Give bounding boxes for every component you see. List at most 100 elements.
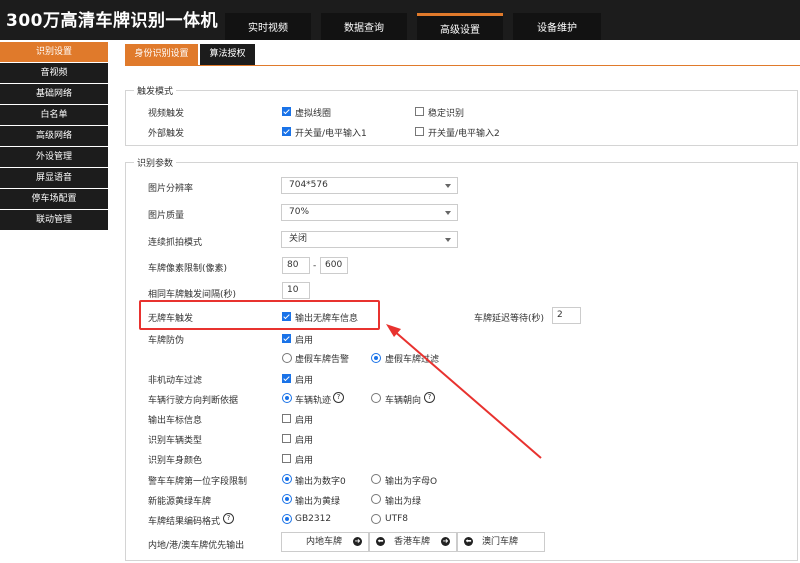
pixel-range-separator: -: [313, 261, 317, 271]
anti-fake-checkbox[interactable]: [282, 334, 291, 343]
output-logo-label: 输出车标信息: [148, 416, 203, 426]
non-motor-filter-label: 非机动车过滤: [148, 376, 203, 386]
resolution-select[interactable]: 704*576: [281, 177, 458, 194]
direction-track-label: 车辆轨迹: [295, 396, 332, 406]
anti-fake-enable-label: 启用: [295, 336, 314, 346]
encoding-gb2312-radio[interactable]: [282, 514, 292, 524]
switch-input-1-checkbox[interactable]: [282, 127, 291, 136]
encoding-format-label: 车牌结果编码格式: [148, 517, 221, 527]
recognize-color-enable-label: 启用: [295, 456, 314, 466]
sidebar-item-screen-voice[interactable]: 屏显语音: [0, 168, 108, 188]
switch-input-2-checkbox[interactable]: [415, 127, 424, 136]
anti-fake-label: 车牌防伪: [148, 336, 185, 346]
nav-device-maintenance[interactable]: 设备维护: [513, 13, 601, 40]
priority-mainland-label: 内地车牌: [306, 537, 343, 547]
direction-heading-radio[interactable]: [371, 393, 381, 403]
tab-algorithm-license[interactable]: 算法授权: [200, 44, 255, 65]
plate-delay-input[interactable]: 2: [552, 307, 581, 324]
sidebar-item-whitelist[interactable]: 白名单: [0, 105, 108, 125]
priority-output-label: 内地/港/澳车牌优先输出: [148, 541, 245, 551]
sidebar-item-recognition[interactable]: 识别设置: [0, 42, 108, 62]
switch-input-2-label: 开关量/电平输入2: [428, 129, 500, 139]
quality-select[interactable]: 70%: [281, 204, 458, 221]
external-trigger-label: 外部触发: [148, 129, 185, 139]
output-letter-label: 输出为字母O: [385, 477, 438, 487]
pixel-limit-label: 车牌像素限制(像素): [148, 264, 228, 274]
fake-alarm-radio[interactable]: [282, 353, 292, 363]
top-bar: 300万高清车牌识别一体机 实时视频 数据查询 高级设置 设备维护: [0, 0, 800, 40]
priority-macau-button[interactable]: ⬅ 澳门车牌: [457, 532, 545, 552]
output-green-radio[interactable]: [371, 494, 381, 504]
encoding-gb2312-label: GB2312: [295, 514, 332, 524]
arrow-right-icon: ➜: [441, 537, 450, 546]
burst-mode-value: 关闭: [289, 234, 308, 244]
help-circle-icon[interactable]: ?: [424, 392, 435, 403]
direction-basis-label: 车辆行驶方向判断依据: [148, 396, 239, 406]
pixel-max-input[interactable]: 600: [320, 257, 348, 274]
output-digit-radio[interactable]: [282, 474, 292, 484]
caret-down-icon: [445, 211, 451, 215]
nav-advanced-settings[interactable]: 高级设置: [417, 13, 503, 40]
quality-value: 70%: [289, 207, 310, 217]
pixel-min-input[interactable]: 80: [282, 257, 310, 274]
nav-live-video[interactable]: 实时视频: [225, 13, 311, 40]
output-green-label: 输出为绿: [385, 497, 422, 507]
sidebar: 识别设置 音视频 基础网络 白名单 高级网络 外设管理 屏显语音 停车场配置 联…: [0, 42, 108, 231]
fake-filter-radio[interactable]: [371, 353, 381, 363]
sidebar-item-peripherals[interactable]: 外设管理: [0, 147, 108, 167]
priority-hk-label: 香港车牌: [394, 537, 431, 547]
recognize-color-label: 识别车身颜色: [148, 456, 203, 466]
same-plate-interval-input[interactable]: 10: [282, 282, 310, 299]
highlight-box: [139, 300, 380, 330]
output-logo-checkbox[interactable]: [282, 414, 291, 423]
non-motor-filter-checkbox[interactable]: [282, 374, 291, 383]
output-yellowgreen-label: 输出为黄绿: [295, 497, 341, 507]
direction-track-radio[interactable]: [282, 393, 292, 403]
sidebar-item-parking[interactable]: 停车场配置: [0, 189, 108, 209]
fake-alarm-label: 虚假车牌告警: [295, 355, 350, 365]
recognize-type-label: 识别车辆类型: [148, 436, 203, 446]
switch-input-1-label: 开关量/电平输入1: [295, 129, 367, 139]
sidebar-item-audio-video[interactable]: 音视频: [0, 63, 108, 83]
stable-recognition-label: 稳定识别: [428, 109, 465, 119]
direction-heading-label: 车辆朝向: [385, 396, 422, 406]
encoding-utf8-radio[interactable]: [371, 514, 381, 524]
sidebar-item-linkage[interactable]: 联动管理: [0, 210, 108, 230]
arrow-left-icon: ⬅: [376, 537, 385, 546]
help-circle-icon[interactable]: ?: [223, 513, 234, 524]
recognize-type-enable-label: 启用: [295, 436, 314, 446]
virtual-coil-checkbox[interactable]: [282, 107, 291, 116]
burst-mode-select[interactable]: 关闭: [281, 231, 458, 248]
same-plate-interval-label: 相同车牌触发间隔(秒): [148, 290, 237, 300]
arrow-left-icon: ⬅: [464, 537, 473, 546]
resolution-value: 704*576: [289, 180, 328, 190]
nav-data-query[interactable]: 数据查询: [321, 13, 407, 40]
non-motor-enable-label: 启用: [295, 376, 314, 386]
priority-hk-button[interactable]: ⬅ 香港车牌 ➜: [369, 532, 457, 552]
virtual-coil-label: 虚拟线圈: [295, 109, 332, 119]
app-title: 300万高清车牌识别一体机: [6, 11, 218, 31]
output-digit-label: 输出为数字0: [295, 477, 346, 487]
trigger-mode-title: 触发模式: [134, 84, 177, 97]
sidebar-item-advanced-network[interactable]: 高级网络: [0, 126, 108, 146]
resolution-label: 图片分辨率: [148, 184, 194, 194]
sidebar-item-basic-network[interactable]: 基础网络: [0, 84, 108, 104]
help-circle-icon[interactable]: ?: [333, 392, 344, 403]
new-energy-label: 新能源黄绿车牌: [148, 497, 212, 507]
recognize-color-checkbox[interactable]: [282, 454, 291, 463]
caret-down-icon: [445, 238, 451, 242]
output-yellowgreen-radio[interactable]: [282, 494, 292, 504]
caret-down-icon: [445, 184, 451, 188]
priority-mainland-button[interactable]: 内地车牌 ➜: [281, 532, 369, 552]
priority-macau-label: 澳门车牌: [482, 537, 519, 547]
burst-mode-label: 连续抓拍模式: [148, 238, 203, 248]
arrow-right-icon: ➜: [353, 537, 362, 546]
recognize-type-checkbox[interactable]: [282, 434, 291, 443]
output-letter-radio[interactable]: [371, 474, 381, 484]
encoding-utf8-label: UTF8: [385, 514, 408, 524]
quality-label: 图片质量: [148, 211, 185, 221]
tab-identity-recognition[interactable]: 身份识别设置: [125, 44, 198, 65]
recognition-params-group: [125, 162, 798, 561]
stable-recognition-checkbox[interactable]: [415, 107, 424, 116]
fake-filter-label: 虚假车牌过滤: [385, 355, 440, 365]
